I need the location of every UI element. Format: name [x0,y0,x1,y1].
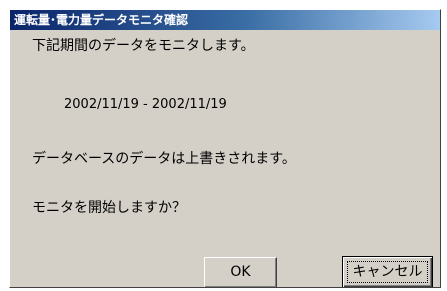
dialog-title: 運転量･電力量データモニタ確認 [14,13,189,27]
date-range-text: 2002/11/19 - 2002/11/19 [64,97,227,112]
ok-button-label: OK [230,264,251,280]
message-confirm-question: モニタを開始しますか？ [32,200,186,216]
cancel-button-label: キャンセル [352,263,423,280]
ok-button[interactable]: OK [204,257,277,287]
message-period: 下記期間のデータをモニタします。 [32,38,255,54]
confirm-dialog: 運転量･電力量データモニタ確認 下記期間のデータをモニタします。 2002/11… [9,9,441,288]
message-overwrite-warning: データベースのデータは上書きされます。 [32,151,296,167]
cancel-button[interactable]: キャンセル [342,256,433,287]
title-bar[interactable]: 運転量･電力量データモニタ確認 [10,10,440,30]
